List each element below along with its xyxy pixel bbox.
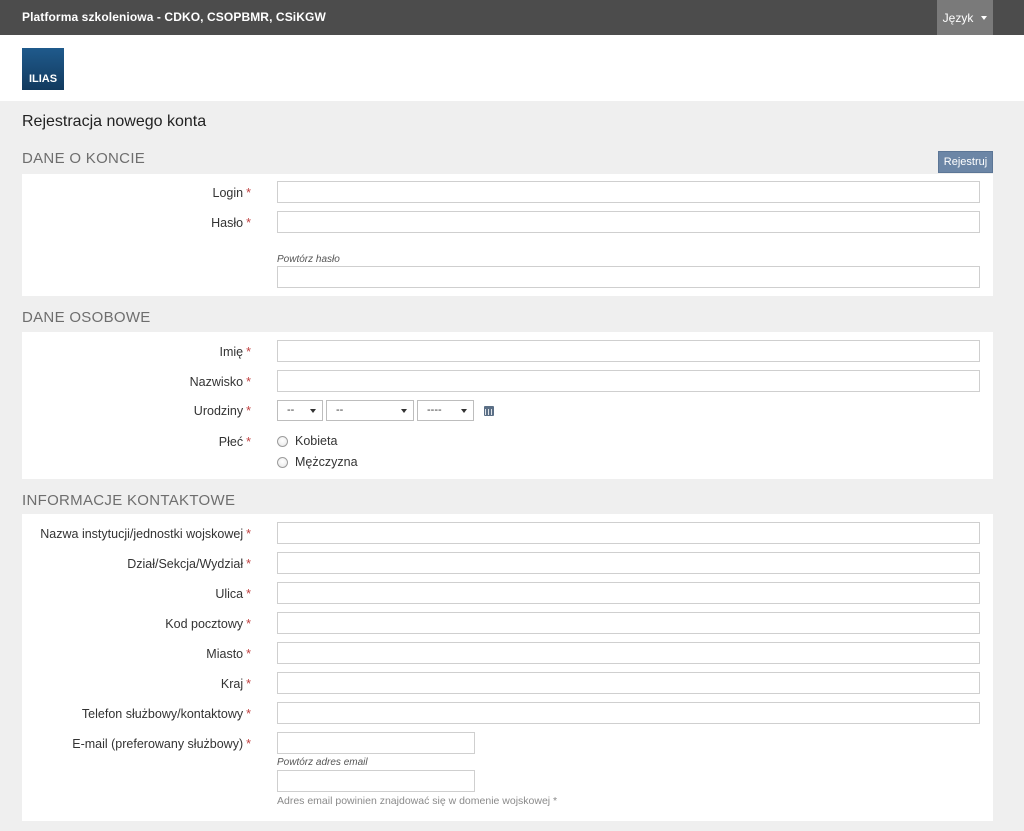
gender-male-label: Mężczyzna	[295, 455, 358, 469]
city-label: Miasto *	[206, 647, 251, 661]
language-label: Język	[942, 10, 974, 25]
gender-female-option[interactable]: Kobieta	[277, 434, 337, 448]
repeat-password-hint: Powtórz hasło	[277, 254, 340, 265]
phone-label: Telefon służbowy/kontaktowy *	[81, 707, 251, 721]
email-input[interactable]	[277, 732, 475, 754]
dropdown-arrow-icon	[310, 409, 316, 413]
header-band	[0, 35, 1024, 101]
first-name-label: Imię *	[219, 345, 252, 359]
institution-label: Nazwa instytucji/jednostki wojskowej *	[40, 527, 251, 541]
last-name-label: Nazwisko *	[189, 375, 251, 389]
dropdown-arrow-icon	[401, 409, 407, 413]
section-title-account: DANE O KONCIE	[22, 150, 146, 167]
last-name-input[interactable]	[277, 370, 980, 392]
section-title-contact: INFORMACJE KONTAKTOWE	[22, 492, 236, 509]
password-input[interactable]	[277, 211, 980, 233]
zip-label: Kod pocztowy *	[165, 617, 251, 631]
birthday-month-select[interactable]: --	[326, 400, 414, 421]
department-input[interactable]	[277, 552, 980, 574]
zip-input[interactable]	[277, 612, 980, 634]
calendar-icon[interactable]	[484, 406, 494, 416]
platform-title[interactable]: Platforma szkoleniowa - CDKO, CSOPBMR, C…	[22, 10, 326, 24]
birthday-day-select[interactable]: --	[277, 400, 323, 421]
section-title-personal: DANE OSOBOWE	[22, 309, 151, 326]
page-title: Rejestracja nowego konta	[22, 113, 207, 130]
birthday-year-select[interactable]: ----	[417, 400, 474, 421]
login-input[interactable]	[277, 181, 980, 203]
ilias-logo[interactable]: ILIAS	[22, 48, 64, 90]
radio-female[interactable]	[277, 435, 288, 447]
repeat-email-hint: Powtórz adres email	[277, 757, 368, 768]
street-input[interactable]	[277, 582, 980, 604]
gender-female-label: Kobieta	[295, 434, 338, 448]
language-dropdown[interactable]: Język	[937, 0, 993, 35]
radio-male[interactable]	[277, 456, 288, 468]
gender-label: Płeć *	[218, 435, 251, 449]
department-label: Dział/Sekcja/Wydział *	[127, 557, 251, 571]
institution-input[interactable]	[277, 522, 980, 544]
password-label: Hasło *	[211, 216, 251, 230]
repeat-email-input[interactable]	[277, 770, 475, 792]
logo-text: ILIAS	[28, 73, 58, 85]
street-label: Ulica *	[215, 587, 251, 601]
country-input[interactable]	[277, 672, 980, 694]
dropdown-arrow-icon	[461, 409, 467, 413]
first-name-input[interactable]	[277, 340, 980, 362]
gender-male-option[interactable]: Mężczyzna	[277, 455, 358, 469]
phone-input[interactable]	[277, 702, 980, 724]
register-button[interactable]: Rejestruj	[938, 151, 993, 173]
email-label: E-mail (preferowany służbowy) *	[72, 737, 251, 751]
country-label: Kraj *	[220, 677, 251, 691]
repeat-password-input[interactable]	[277, 266, 980, 288]
city-input[interactable]	[277, 642, 980, 664]
login-label: Login *	[212, 186, 251, 200]
email-domain-note: Adres email powinien znajdować się w dom…	[277, 795, 558, 807]
top-navbar: Platforma szkoleniowa - CDKO, CSOPBMR, C…	[0, 0, 1024, 35]
birthday-label: Urodziny *	[193, 404, 251, 418]
caret-down-icon	[981, 15, 988, 20]
